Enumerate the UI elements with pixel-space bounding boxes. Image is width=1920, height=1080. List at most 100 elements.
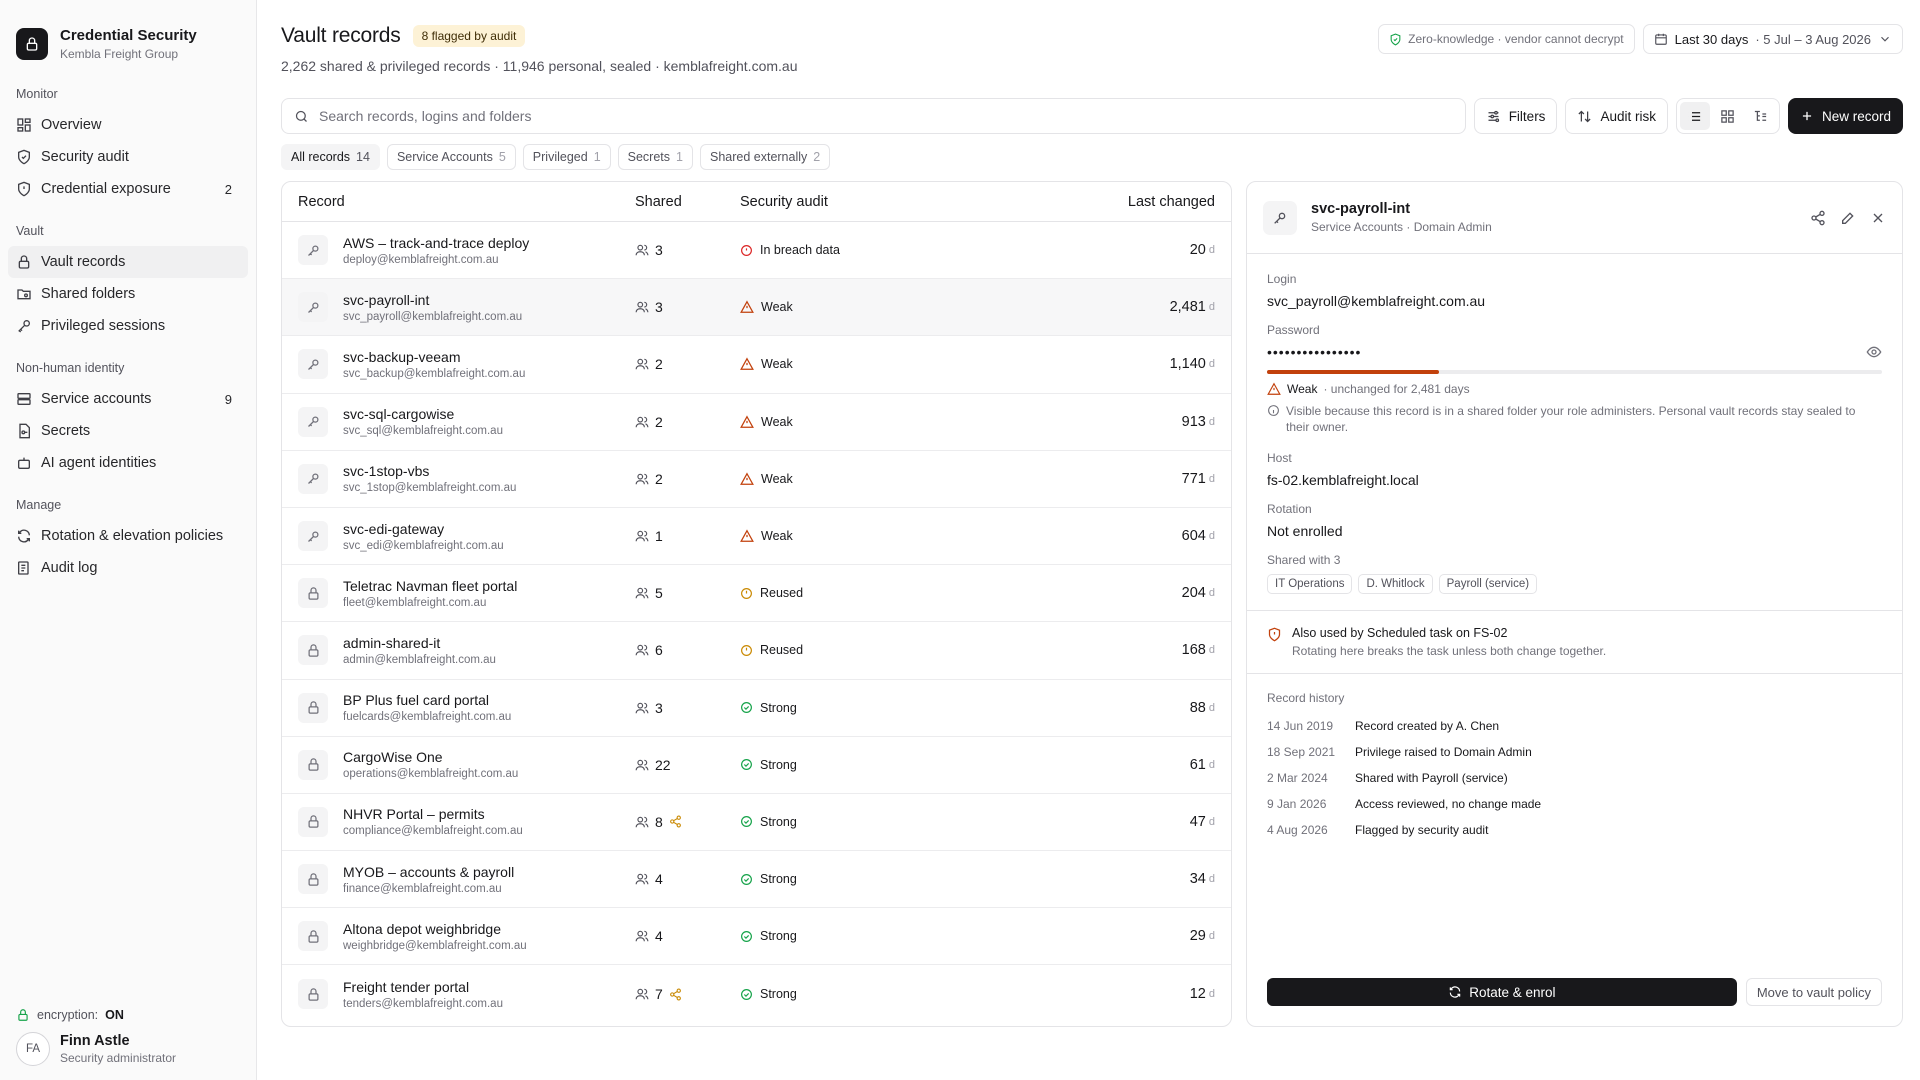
days-value: 771 <box>1181 470 1206 487</box>
shared-with-chip[interactable]: IT Operations <box>1267 574 1353 594</box>
days-unit: d <box>1208 587 1215 600</box>
user-name: Finn Astle <box>60 1033 130 1049</box>
table-row[interactable]: svc-payroll-int svc_payroll@kemblafreight… <box>282 279 1231 337</box>
table-row[interactable]: CargoWise One operations@kemblafreight.co… <box>282 737 1231 794</box>
table-header: Record Shared Security audit Last change… <box>282 182 1231 222</box>
audit-risk-sort-button[interactable]: Audit risk <box>1565 98 1668 134</box>
grid-view-icon[interactable] <box>1713 102 1743 130</box>
lock-icon <box>16 1008 30 1022</box>
nav-item-vault-records[interactable]: Vault records <box>8 246 248 278</box>
shared-cell: 2 <box>635 414 740 430</box>
shield-icon <box>16 149 32 165</box>
date-range-picker[interactable]: Last 30 days · 5 Jul – 3 Aug 2026 <box>1642 24 1903 54</box>
record-text: BP Plus fuel card portal fuelcards@kembla… <box>343 692 511 723</box>
table-row[interactable]: Freight tender portal tenders@kemblafreig… <box>282 965 1231 1022</box>
days-value: 204 <box>1181 585 1206 602</box>
move-to-vault-policy-button[interactable]: Move to vault policy <box>1745 978 1882 1006</box>
history-row: 4 Aug 2026 Flagged by security audit <box>1267 817 1882 843</box>
last-changed-cell: 771 d <box>973 471 1231 487</box>
table-row[interactable]: svc-sql-cargowise svc_sql@kemblafreight.c… <box>282 394 1231 451</box>
nav-item-secrets[interactable]: Secrets <box>8 415 248 447</box>
records-table: Record Shared Security audit Last change… <box>281 181 1232 1027</box>
shared-cell: 3 <box>635 242 740 258</box>
bot-icon <box>16 455 32 471</box>
days-value: 913 <box>1181 413 1206 430</box>
user-profile[interactable]: FA Finn Astle Security administrator <box>16 1032 240 1066</box>
table-row[interactable]: Altona depot weighbridge weighbridge@kemb… <box>282 908 1231 966</box>
share-icon[interactable] <box>1810 210 1826 226</box>
edit-icon[interactable] <box>1840 210 1856 226</box>
nav-label: Rotation & elevation policies <box>41 528 224 544</box>
nav-item-credential-exposure[interactable]: Credential exposure 2 <box>8 173 248 205</box>
table-row[interactable]: svc-backup-veeam svc_backup@kemblafreight… <box>282 336 1231 394</box>
record-name: Altona depot weighbridge <box>343 920 502 937</box>
table-row[interactable]: admin-shared-it admin@kemblafreight.com.a… <box>282 622 1231 680</box>
rotate-enrol-button[interactable]: Rotate & enrol <box>1267 978 1737 1006</box>
days-value: 2,481 <box>1169 299 1206 316</box>
filter-chip[interactable]: Secrets 1 <box>617 144 693 170</box>
new-record-button[interactable]: New record <box>1787 98 1903 134</box>
shared-with-chip[interactable]: Payroll (service) <box>1438 574 1538 594</box>
users-icon <box>635 300 649 314</box>
filter-chip[interactable]: Service Accounts 5 <box>386 144 516 170</box>
history-date: 9 Jan 2026 <box>1267 797 1327 811</box>
table-row[interactable]: NHVR Portal – permits compliance@kemblafr… <box>282 794 1231 852</box>
nav-item-security-audit[interactable]: Security audit <box>8 141 248 173</box>
nav-section-manage: Manage Rotation & elevation policies Aud… <box>0 495 256 584</box>
audit-status: Reused <box>760 643 804 658</box>
tree-view-icon[interactable] <box>1746 102 1776 130</box>
history-date: 2 Mar 2024 <box>1267 771 1328 785</box>
record-login: finance@kemblafreight.com.au <box>343 882 502 895</box>
table-row[interactable]: svc-edi-gateway svc_edi@kemblafreight.com… <box>282 508 1231 566</box>
search-input[interactable] <box>319 108 1453 124</box>
password-value[interactable]: •••••••••••••••• <box>1267 344 1361 360</box>
search-box[interactable] <box>281 98 1466 134</box>
nav-item-service-accounts[interactable]: Service accounts 9 <box>8 383 248 415</box>
login-value[interactable]: svc_payroll@kemblafreight.com.au <box>1267 293 1882 309</box>
list-view-icon[interactable] <box>1679 102 1710 130</box>
record-text: admin-shared-it admin@kemblafreight.com.a… <box>343 635 496 666</box>
also-used-warning: Also used by Scheduled task on FS-02 Rot… <box>1247 610 1902 674</box>
encryption-value: ON <box>105 1008 124 1022</box>
nav-heading: Non-human identity <box>16 361 125 375</box>
filter-chip[interactable]: Privileged 1 <box>522 144 611 170</box>
nav-item-privileged-sessions[interactable]: Privileged sessions <box>8 310 248 342</box>
lock-icon <box>298 979 328 1010</box>
main-content: Vault records 8 flagged by audit 2,262 s… <box>257 0 1920 1080</box>
column-header-last-changed[interactable]: Last changed <box>973 194 1231 210</box>
shared-count: 7 <box>655 986 663 1003</box>
nav-label: AI agent identities <box>41 455 157 471</box>
history-date: 18 Sep 2021 <box>1267 745 1336 759</box>
days-unit: d <box>1208 701 1215 714</box>
nav-item-ai-agent-identities[interactable]: AI agent identities <box>8 447 248 479</box>
key-icon <box>298 235 328 266</box>
days-unit: d <box>1208 415 1215 428</box>
column-header-shared[interactable]: Shared <box>635 194 740 210</box>
shared-with-chip[interactable]: D. Whitlock <box>1358 574 1433 594</box>
shared-cell: 2 <box>635 471 740 487</box>
table-row[interactable]: BP Plus fuel card portal fuelcards@kembla… <box>282 680 1231 737</box>
last-changed-cell: 12 d <box>973 986 1231 1002</box>
filter-chip[interactable]: All records 14 <box>281 144 380 170</box>
column-header-record[interactable]: Record <box>282 194 635 210</box>
nav-item-rotation-policies[interactable]: Rotation & elevation policies <box>8 520 248 552</box>
filters-button[interactable]: Filters <box>1473 98 1558 134</box>
table-row[interactable]: AWS – track-and-trace deploy deploy@kembl… <box>282 222 1231 280</box>
flagged-badge[interactable]: 8 flagged by audit <box>412 25 526 47</box>
log-icon <box>16 560 32 576</box>
nav-item-audit-log[interactable]: Audit log <box>8 552 248 584</box>
encryption-status: encryption: ON <box>16 1008 240 1022</box>
nav-item-overview[interactable]: Overview <box>8 109 248 141</box>
key-icon <box>298 349 328 380</box>
close-icon[interactable] <box>1870 210 1886 226</box>
nav-item-shared-folders[interactable]: Shared folders <box>8 278 248 310</box>
eye-icon[interactable] <box>1866 344 1882 360</box>
filter-chip[interactable]: Shared externally 2 <box>699 144 831 170</box>
new-record-label: New record <box>1821 108 1891 124</box>
audit-status: Weak <box>761 357 793 372</box>
column-header-audit[interactable]: Security audit <box>740 194 973 210</box>
table-row[interactable]: svc-1stop-vbs svc_1stop@kemblafreight.com… <box>282 451 1231 508</box>
rotation-value: Not enrolled <box>1267 523 1343 539</box>
table-row[interactable]: MYOB – accounts & payroll finance@kemblaf… <box>282 851 1231 909</box>
table-row[interactable]: Teletrac Navman fleet portal fleet@kembla… <box>282 565 1231 623</box>
